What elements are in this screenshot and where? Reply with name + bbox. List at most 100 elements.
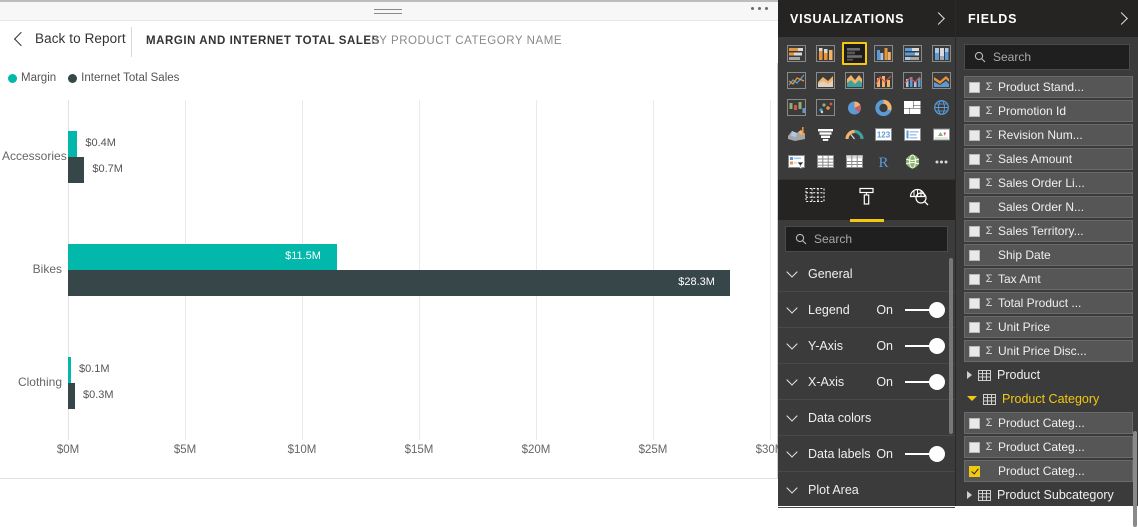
field-checkbox[interactable] [969, 130, 980, 141]
line-chart-icon[interactable] [784, 69, 809, 92]
line-and-stacked-column-chart-icon[interactable] [871, 69, 896, 92]
stacked-bar-chart-icon[interactable] [784, 42, 809, 65]
kpi-icon[interactable] [929, 123, 954, 146]
format-section-plot-area[interactable]: Plot Area [778, 472, 955, 508]
format-section-general[interactable]: General [778, 256, 955, 292]
field-checkbox[interactable] [969, 178, 980, 189]
format-section-toggle[interactable] [905, 446, 945, 462]
funnel-chart-icon[interactable] [813, 123, 838, 146]
field-checkbox[interactable] [969, 274, 980, 285]
treemap-icon[interactable] [900, 96, 925, 119]
field-checkbox[interactable] [969, 442, 980, 453]
fields-item-sales-order-li[interactable]: ΣSales Order Li... [964, 172, 1133, 194]
chart-bar[interactable] [68, 383, 75, 409]
fields-item-promotion-id[interactable]: ΣPromotion Id [964, 100, 1133, 122]
format-search-input[interactable]: Search [785, 226, 948, 252]
donut-chart-icon[interactable] [871, 96, 896, 119]
format-tab[interactable] [854, 184, 880, 217]
fields-search-input[interactable]: Search [964, 44, 1130, 70]
fields-tab[interactable] [802, 184, 828, 217]
drag-handle-icon[interactable] [374, 9, 402, 16]
scatter-chart-icon[interactable] [813, 96, 838, 119]
fields-item-sales-order-n[interactable]: ΣSales Order N... [964, 196, 1133, 218]
format-section-toggle[interactable] [905, 302, 945, 318]
field-checkbox[interactable] [969, 250, 980, 261]
sigma-aggregate-icon: Σ [985, 153, 993, 165]
hundred-percent-stacked-column-chart-icon[interactable] [929, 42, 954, 65]
triangle-right-icon[interactable] [967, 491, 972, 499]
multi-row-card-icon[interactable] [900, 123, 925, 146]
field-checkbox[interactable] [969, 82, 980, 93]
r-script-visual-icon[interactable]: R [871, 150, 896, 173]
fields-item-product-categ[interactable]: ΣProduct Categ... [964, 436, 1133, 458]
area-chart-icon[interactable] [813, 69, 838, 92]
sigma-aggregate-icon: Σ [985, 297, 993, 309]
fields-item-sales-territory[interactable]: ΣSales Territory... [964, 220, 1133, 242]
format-section-toggle[interactable] [905, 374, 945, 390]
chevron-right-icon[interactable] [932, 12, 945, 25]
legend-item-internet-total-sales[interactable]: Internet Total Sales [68, 72, 179, 84]
field-checkbox[interactable] [969, 202, 980, 213]
triangle-right-icon[interactable] [967, 371, 972, 379]
field-label: Sales Amount [998, 152, 1072, 166]
stacked-area-chart-icon[interactable] [842, 69, 867, 92]
fields-item-total-product[interactable]: ΣTotal Product ... [964, 292, 1133, 314]
clustered-bar-chart-icon[interactable] [842, 42, 867, 65]
triangle-down-icon[interactable] [967, 396, 977, 405]
back-to-report-button[interactable]: Back to Report [16, 31, 126, 46]
format-section-y-axis[interactable]: Y-AxisOn [778, 328, 955, 364]
fields-item-product-categ[interactable]: ΣProduct Categ... [964, 460, 1133, 482]
format-section-data-colors[interactable]: Data colors [778, 400, 955, 436]
chart-bar[interactable] [68, 270, 730, 296]
fields-scrollbar[interactable] [1133, 431, 1137, 527]
map-icon[interactable] [929, 96, 954, 119]
waterfall-chart-icon[interactable] [784, 96, 809, 119]
fields-item-tax-amt[interactable]: ΣTax Amt [964, 268, 1133, 290]
filled-map-icon[interactable] [784, 123, 809, 146]
arcgis-map-icon[interactable] [900, 150, 925, 173]
field-checkbox[interactable] [969, 322, 980, 333]
clustered-column-chart-icon[interactable] [871, 42, 896, 65]
format-scrollbar[interactable] [949, 258, 953, 434]
field-checkbox[interactable] [969, 466, 980, 477]
field-checkbox[interactable] [969, 226, 980, 237]
field-checkbox[interactable] [969, 418, 980, 429]
field-checkbox[interactable] [969, 154, 980, 165]
field-checkbox[interactable] [969, 298, 980, 309]
matrix-icon[interactable] [842, 150, 867, 173]
fields-item-sales-amount[interactable]: Σ Sales Amount [964, 148, 1133, 170]
fields-table-product-subcategory[interactable]: Product Subcategory [964, 484, 1133, 506]
analytics-tab[interactable] [906, 184, 932, 217]
chevron-right-icon[interactable] [1115, 12, 1128, 25]
chart-bar[interactable] [68, 157, 84, 183]
hundred-percent-stacked-bar-chart-icon[interactable] [900, 42, 925, 65]
field-checkbox[interactable] [969, 106, 980, 117]
format-section-data-labels[interactable]: Data labelsOn [778, 436, 955, 472]
fields-table-product[interactable]: Product [964, 364, 1133, 386]
fields-item-product-categ[interactable]: ΣProduct Categ... [964, 412, 1133, 434]
chart-bar[interactable] [68, 357, 71, 383]
field-checkbox[interactable] [969, 346, 980, 357]
format-section-legend[interactable]: LegendOn [778, 292, 955, 328]
stacked-column-chart-icon[interactable] [813, 42, 838, 65]
fields-item-product-stand[interactable]: ΣProduct Stand... [964, 76, 1133, 98]
format-section-toggle[interactable] [905, 338, 945, 354]
gauge-icon[interactable] [842, 123, 867, 146]
pie-chart-icon[interactable] [842, 96, 867, 119]
fields-item-ship-date[interactable]: ΣShip Date [964, 244, 1133, 266]
fields-table-product-category[interactable]: Product Category [964, 388, 1133, 410]
fields-item-unit-price[interactable]: ΣUnit Price [964, 316, 1133, 338]
format-section-x-axis[interactable]: X-AxisOn [778, 364, 955, 400]
line-and-clustered-column-chart-icon[interactable] [900, 69, 925, 92]
table-icon[interactable] [813, 150, 838, 173]
more-visuals-icon[interactable] [929, 150, 954, 173]
ribbon-chart-icon[interactable] [929, 69, 954, 92]
legend-item-margin[interactable]: Margin [8, 72, 56, 84]
more-options-icon[interactable] [751, 7, 768, 10]
report-header: Back to Report MARGIN AND INTERNET TOTAL… [0, 21, 778, 63]
chart-bar[interactable] [68, 131, 77, 157]
slicer-icon[interactable] [784, 150, 809, 173]
fields-item-revision-num[interactable]: ΣRevision Num... [964, 124, 1133, 146]
card-icon[interactable]: 123 [871, 123, 896, 146]
fields-item-unit-price-disc[interactable]: ΣUnit Price Disc... [964, 340, 1133, 362]
